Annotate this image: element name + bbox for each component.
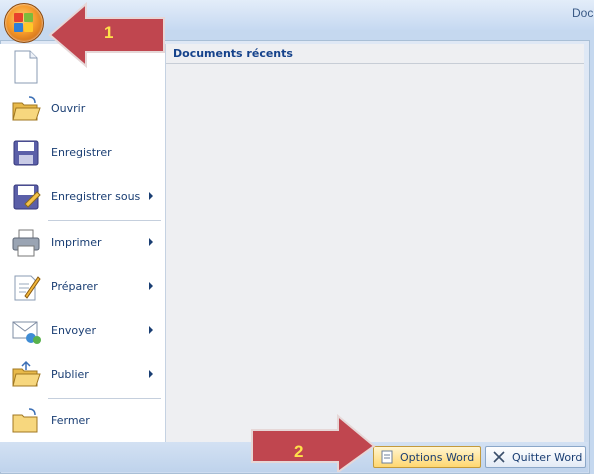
- menu-item-label: Publier: [51, 368, 89, 381]
- prepare-pencil-icon: [14, 275, 41, 301]
- word-options-button[interactable]: Options Word: [373, 446, 481, 468]
- save-disk-icon: [13, 140, 39, 166]
- submenu-arrow-icon: [149, 370, 153, 378]
- publish-folder-icon: [12, 360, 41, 387]
- recent-documents-title: Documents récents: [173, 47, 293, 60]
- window-title: Docu: [571, 6, 594, 20]
- recent-documents-pane: Documents récents: [166, 44, 584, 442]
- submenu-arrow-icon: [149, 282, 153, 290]
- menu-item-imprimer[interactable]: Imprimer: [0, 223, 165, 263]
- office-button[interactable]: [4, 3, 44, 43]
- send-mail-icon: [12, 321, 41, 344]
- menu-item-label: Préparer: [51, 280, 98, 293]
- menu-item-label: Enregistrer sous: [51, 190, 141, 203]
- new-document-icon: [14, 50, 38, 84]
- menu-item-ouvrir[interactable]: Ouvrir: [0, 89, 165, 129]
- menu-item-label: Ouvrir: [51, 102, 86, 115]
- close-folder-icon: [12, 408, 38, 433]
- menu-item-fermer[interactable]: Fermer: [0, 401, 165, 441]
- menu-item-publier[interactable]: Publier: [0, 355, 165, 395]
- menu-separator: [48, 220, 161, 221]
- options-document-icon: [380, 450, 394, 464]
- callout-number-1: 1: [104, 23, 114, 42]
- submenu-arrow-icon: [149, 238, 153, 246]
- menu-item-label: Fermer: [51, 414, 90, 427]
- callout-arrow-2-icon: [251, 413, 376, 472]
- callout-number-2: 2: [294, 442, 304, 461]
- save-as-icon: [13, 184, 41, 210]
- quit-word-label: Quitter Word: [512, 450, 583, 464]
- recent-documents-header: Documents récents: [166, 44, 584, 64]
- menu-item-enregistrer-sous[interactable]: Enregistrer sous: [0, 177, 165, 217]
- menu-item-label: Imprimer: [51, 236, 102, 249]
- submenu-arrow-icon: [149, 326, 153, 334]
- menu-item-preparer[interactable]: Préparer: [0, 267, 165, 307]
- quit-word-button[interactable]: Quitter Word: [485, 446, 586, 468]
- menu-item-envoyer[interactable]: Envoyer: [0, 311, 165, 351]
- office-logo-icon: [14, 13, 34, 33]
- menu-item-enregistrer[interactable]: Enregistrer: [0, 133, 165, 173]
- menu-item-label: Enregistrer: [51, 146, 112, 159]
- close-icon: [492, 450, 506, 464]
- menu-separator: [48, 398, 161, 399]
- submenu-arrow-icon: [149, 192, 153, 200]
- menu-item-label: Envoyer: [51, 324, 96, 337]
- printer-icon: [12, 229, 40, 257]
- open-folder-icon: [12, 96, 41, 121]
- word-options-label: Options Word: [400, 450, 475, 464]
